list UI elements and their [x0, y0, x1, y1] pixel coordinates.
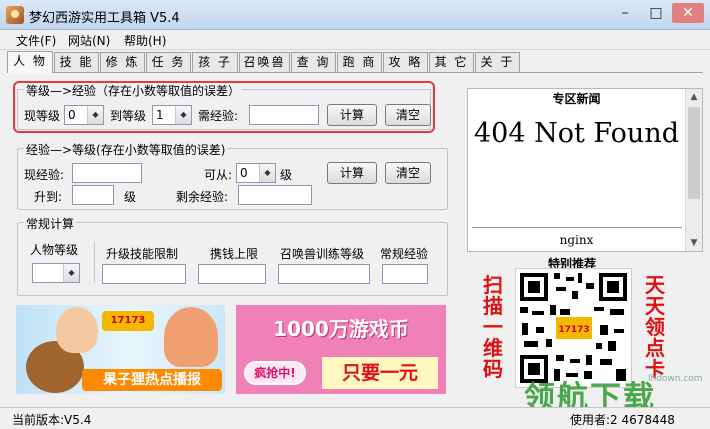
qr-logo-text: 17173 — [558, 325, 589, 335]
char-level-spinner[interactable]: ◆ — [32, 263, 80, 283]
group-title: 常规计算 — [24, 215, 77, 232]
divider — [94, 241, 95, 283]
exp-to-level-group: 经验—>等级(存在小数等取值的误差) 现经验: 可从: 0 ◆ 级 计算 清空 … — [17, 141, 448, 210]
news-scrollbar[interactable]: ▲ ▼ — [685, 89, 702, 251]
rise-to-field[interactable] — [72, 185, 114, 205]
tab-character[interactable]: 人 物 — [7, 51, 53, 73]
menu-bar: 文件(F) 网站(N) 帮助(H) — [0, 30, 710, 50]
girl-image — [56, 307, 98, 353]
banner-price: 只要一元 — [322, 357, 438, 389]
scroll-down-icon[interactable]: ▼ — [686, 235, 702, 251]
clear-button-2[interactable]: 清空 — [385, 162, 431, 184]
spinner-arrows-icon[interactable]: ◆ — [63, 264, 79, 282]
remain-exp-field[interactable] — [238, 185, 312, 205]
spinner-arrows-icon[interactable]: ◆ — [259, 164, 275, 182]
remain-exp-label: 剩余经验: — [176, 190, 229, 204]
scroll-thumb[interactable] — [688, 107, 700, 199]
qr-code-icon: 17173 — [520, 273, 627, 383]
can-from-spinner[interactable]: 0 ◆ — [236, 163, 276, 183]
maximize-button[interactable]: □ — [641, 3, 671, 23]
tab-about[interactable]: 关 于 — [475, 52, 520, 72]
current-exp-field[interactable] — [72, 163, 142, 183]
divider — [472, 227, 682, 228]
window-controls: – □ ✕ — [610, 3, 704, 23]
main-window: 人 物 技 能 修 炼 任 务 孩 子 召唤兽 查 询 跑 商 攻 略 其 它 … — [0, 50, 710, 407]
title-bar: 梦幻西游实用工具箱 V5.4 – □ ✕ — [0, 0, 710, 30]
qr-code[interactable]: 17173 — [515, 268, 632, 388]
rise-to-label: 升到: — [34, 190, 63, 204]
menu-help[interactable]: 帮助(H) — [124, 32, 166, 49]
level-unit-label-2: 级 — [124, 190, 137, 204]
pet-train-field[interactable] — [278, 264, 370, 284]
banner-caption: 果子狸热点播报 — [82, 369, 222, 391]
17173-logo: 17173 — [102, 311, 154, 331]
tab-guides[interactable]: 攻 略 — [383, 52, 428, 72]
pet-train-label: 召唤兽训练等级 — [280, 247, 365, 261]
minimize-button[interactable]: – — [610, 3, 640, 23]
news-server: nginx — [559, 233, 594, 247]
status-bar: 当前版本:V5.4 使用者:2 4678448 — [0, 407, 710, 429]
news-heading: 404 Not Found — [473, 118, 679, 149]
tab-divider — [7, 72, 703, 73]
tab-others[interactable]: 其 它 — [429, 52, 474, 72]
can-from-value: 0 — [240, 166, 248, 180]
group-title: 经验—>等级(存在小数等取值的误差) — [24, 141, 228, 158]
ad-banner-17173[interactable]: 17173 果子狸热点播报 — [16, 305, 225, 394]
banner-headline: 1000万游戏币 — [273, 317, 409, 341]
char-level-label: 人物等级 — [30, 243, 79, 257]
skill-limit-label: 升级技能限制 — [106, 247, 179, 261]
ad-banner-coins[interactable]: 1000万游戏币 疯抢中! 只要一元 — [236, 305, 446, 394]
tab-quests[interactable]: 任 务 — [146, 52, 191, 72]
tab-trade[interactable]: 跑 商 — [337, 52, 382, 72]
banner-grab-badge: 疯抢中! — [244, 361, 306, 385]
tab-query[interactable]: 查 询 — [291, 52, 336, 72]
regular-exp-label: 常规经验 — [380, 247, 429, 261]
news-panel: 专区新闻 404 Not Found nginx ▲ ▼ — [467, 88, 703, 252]
skill-limit-field[interactable] — [102, 264, 186, 284]
scroll-up-icon[interactable]: ▲ — [686, 89, 702, 105]
regular-calc-group: 常规计算 人物等级 ◆ 升级技能限制 携钱上限 召唤兽训练等级 常规经验 — [17, 215, 448, 296]
calc-button-2[interactable]: 计算 — [327, 162, 377, 184]
money-limit-field[interactable] — [198, 264, 266, 284]
watermark-url: lhdown.com — [648, 374, 703, 384]
window-title: 梦幻西游实用工具箱 V5.4 — [29, 11, 180, 26]
level-unit-label: 级 — [280, 168, 293, 182]
fox-mascot-image — [164, 307, 218, 367]
tab-pets[interactable]: 召唤兽 — [239, 52, 290, 72]
news-title: 专区新闻 — [552, 92, 601, 106]
money-limit-label: 携钱上限 — [210, 247, 259, 261]
version-label: 当前版本:V5.4 — [12, 413, 92, 427]
can-from-label: 可从: — [204, 168, 233, 182]
tab-children[interactable]: 孩 子 — [192, 52, 238, 72]
regular-exp-field[interactable] — [382, 264, 428, 284]
menu-site[interactable]: 网站(N) — [68, 32, 110, 49]
scan-qr-text: 扫 描 一 维 码 — [483, 273, 503, 381]
tab-skills[interactable]: 技 能 — [54, 52, 99, 72]
tab-cultivation[interactable]: 修 炼 — [100, 52, 145, 72]
close-button[interactable]: ✕ — [672, 3, 704, 23]
menu-file[interactable]: 文件(F) — [16, 32, 56, 49]
current-exp-label: 现经验: — [24, 168, 65, 182]
highlight-box — [13, 81, 435, 133]
usage-label: 使用者:2 4678448 — [570, 413, 675, 427]
app-icon — [6, 6, 24, 24]
free-card-text: 天 天 领 点 卡 — [645, 273, 665, 381]
